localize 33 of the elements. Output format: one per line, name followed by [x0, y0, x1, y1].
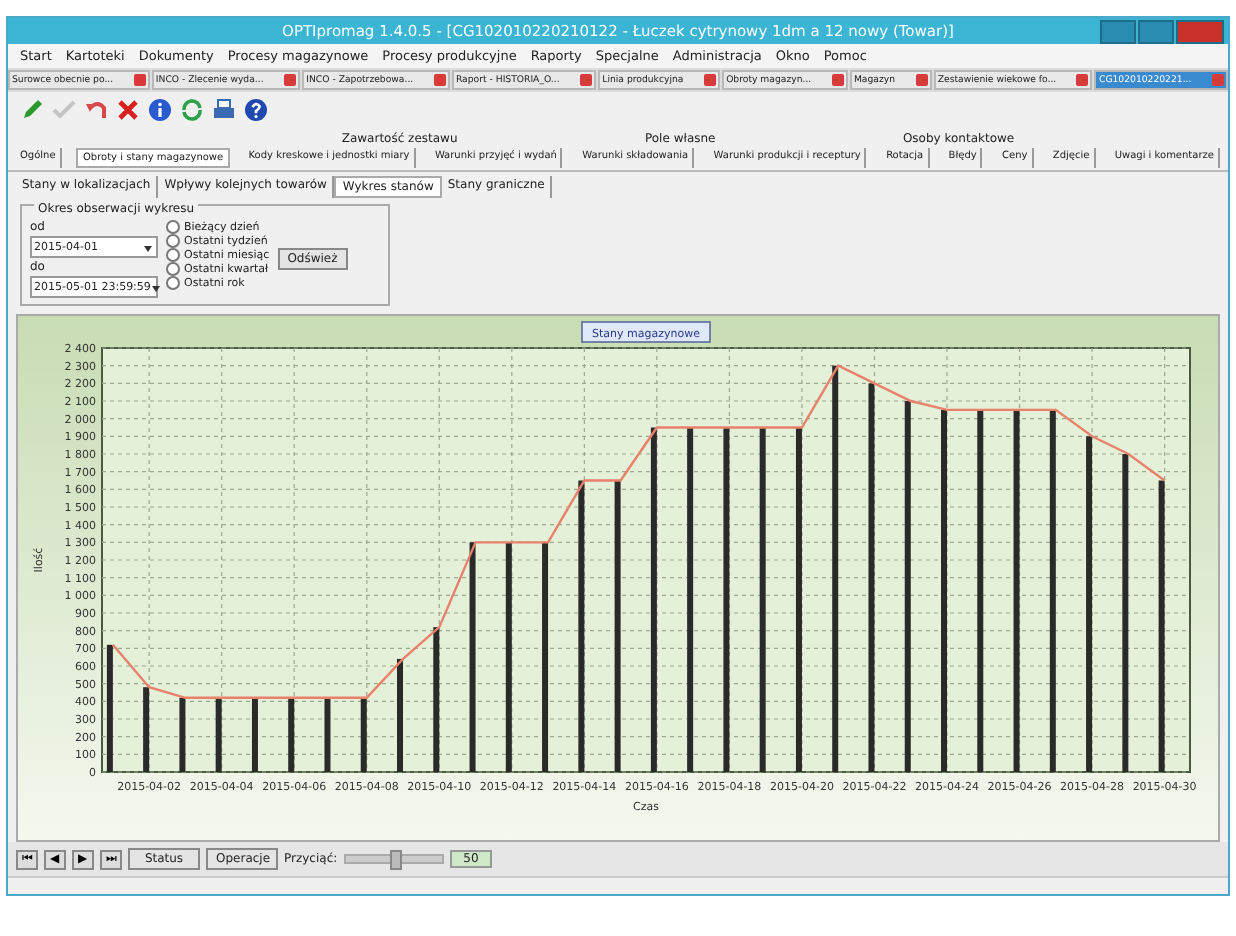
slider-thumb[interactable]	[389, 850, 402, 870]
help-icon[interactable]	[244, 98, 268, 122]
pencil-icon[interactable]	[20, 98, 44, 122]
info-icon[interactable]	[148, 98, 172, 122]
close-icon[interactable]	[915, 74, 928, 86]
zoom-slider[interactable]	[343, 854, 444, 864]
stock-bar	[143, 687, 150, 772]
radio-button[interactable]	[166, 220, 180, 234]
radio-button[interactable]	[166, 234, 180, 248]
stock-bar	[397, 658, 403, 772]
close-icon[interactable]	[831, 74, 844, 86]
close-icon[interactable]	[580, 74, 593, 86]
radio-button[interactable]	[166, 262, 180, 276]
refresh-icon[interactable]	[180, 98, 204, 122]
close-icon[interactable]	[704, 74, 717, 86]
undo-icon[interactable]	[84, 98, 108, 122]
close-icon[interactable]	[284, 74, 297, 86]
stock-bar	[215, 697, 222, 772]
chart-title-background	[581, 321, 711, 343]
caret-icon[interactable]	[142, 241, 154, 253]
delete-icon[interactable]	[116, 98, 140, 122]
caret-icon[interactable]	[150, 281, 163, 293]
radio-button[interactable]	[166, 248, 180, 262]
stock-bar	[324, 697, 331, 772]
stock-bar	[179, 697, 186, 772]
close-icon[interactable]	[433, 74, 446, 86]
stock-bar	[360, 697, 367, 772]
close-icon[interactable]	[1076, 74, 1089, 86]
printer-icon[interactable]	[212, 98, 236, 122]
stock-bar	[251, 697, 258, 772]
stock-bar	[288, 697, 295, 772]
radio-button[interactable]	[166, 276, 180, 290]
close-icon[interactable]	[133, 74, 146, 86]
